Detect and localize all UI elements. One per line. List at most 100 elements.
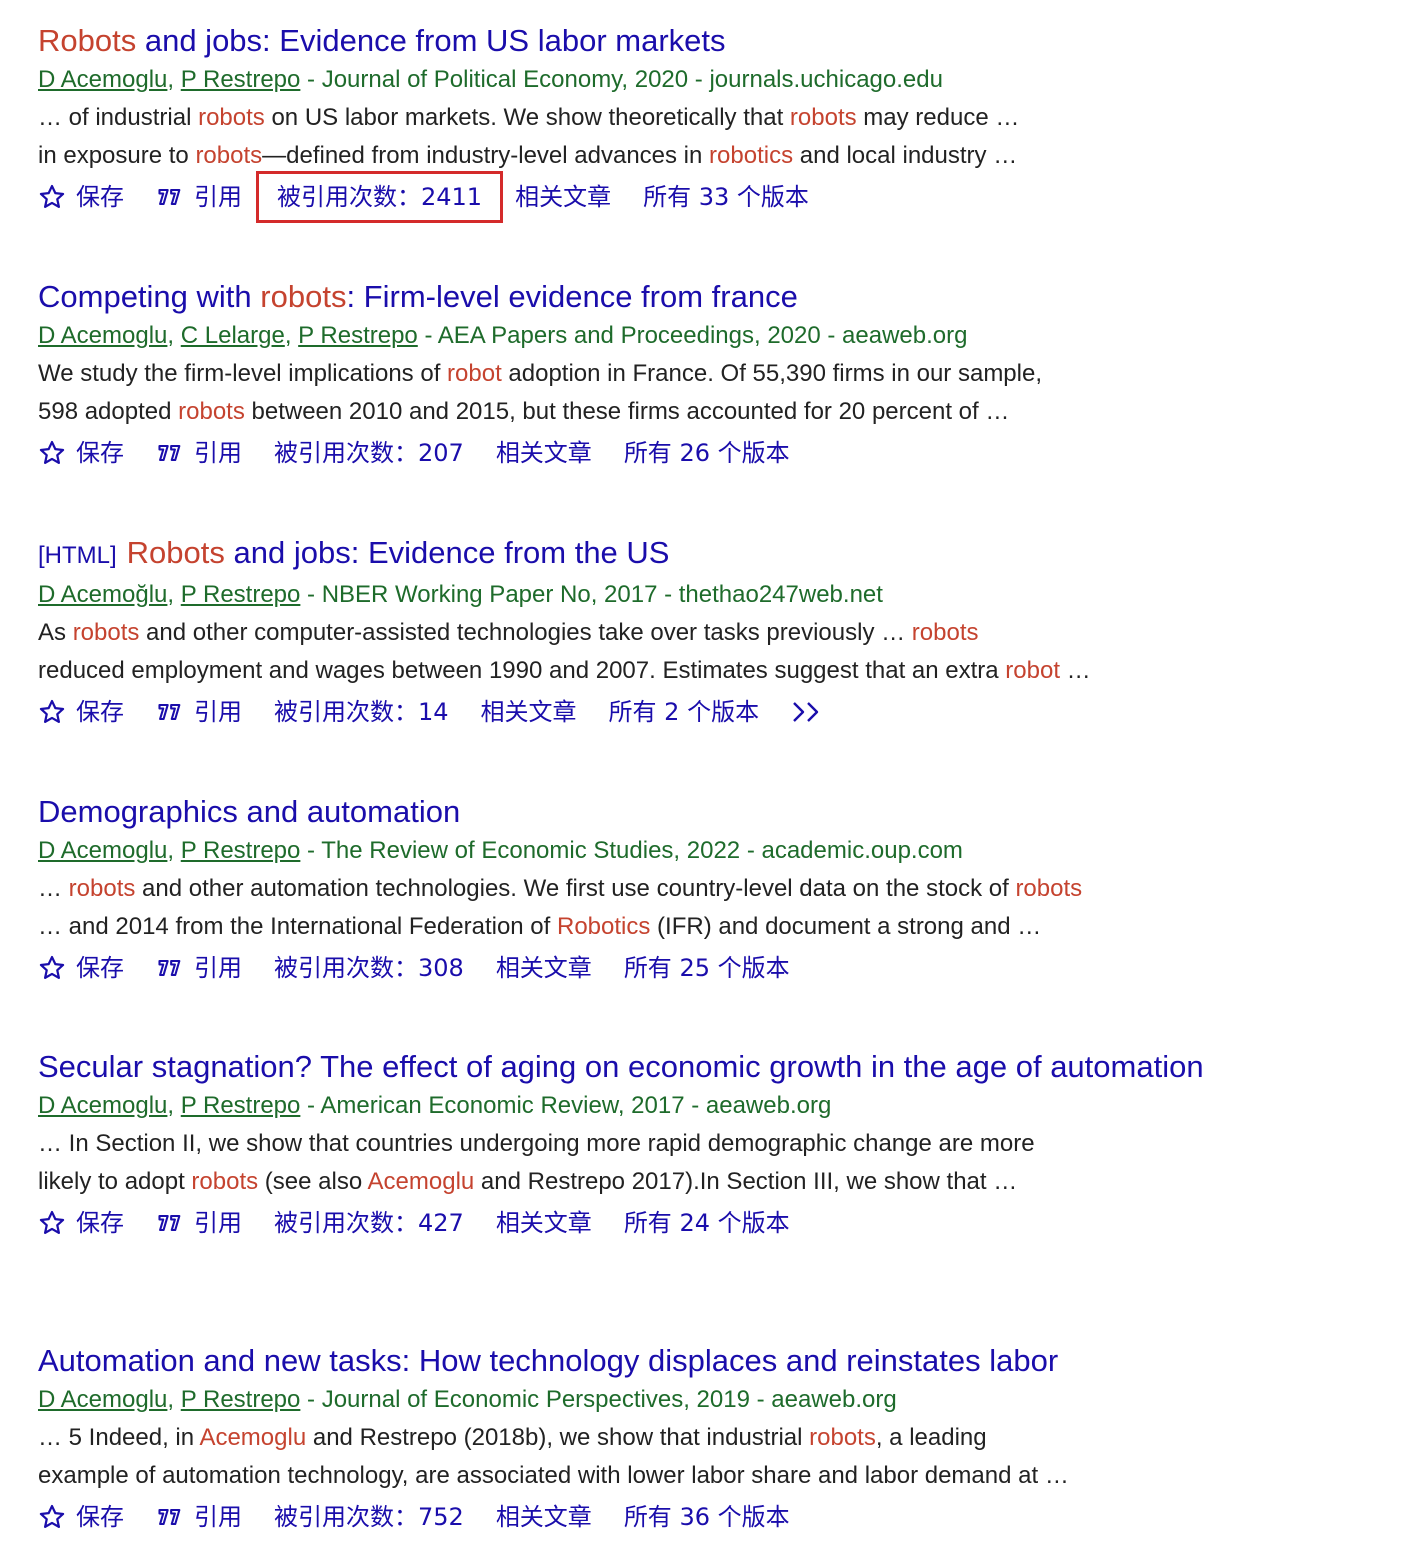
author-link[interactable]: P Restrepo: [298, 322, 418, 349]
format-tag[interactable]: [HTML]: [38, 542, 117, 569]
cited-by-link[interactable]: 被引用次数：2411: [256, 171, 504, 223]
all-versions-link[interactable]: 所有 26 个版本: [624, 436, 790, 470]
snippet-text: We study the firm-level implications of: [38, 360, 448, 387]
title-text: and jobs: Evidence from the US: [224, 535, 670, 570]
cite-button[interactable]: 引用: [156, 436, 242, 470]
double-chevron-icon[interactable]: [791, 699, 821, 725]
result-actions: 保存 引用 被引用次数：14 相关文章 所有 2 个版本: [38, 693, 1338, 731]
search-result: [HTML] Robots and jobs: Evidence from the…: [38, 534, 1338, 731]
all-versions-link[interactable]: 所有 2 个版本: [609, 695, 760, 729]
cite-label: 引用: [194, 1503, 242, 1531]
author-link[interactable]: D Acemoglu: [38, 1386, 167, 1413]
save-button[interactable]: 保存: [38, 1206, 124, 1240]
related-articles-link[interactable]: 相关文章: [496, 1206, 592, 1240]
result-meta: D Acemoglu, P Restrepo - Journal of Econ…: [38, 1384, 1338, 1416]
author-link[interactable]: D Acemoglu: [38, 1092, 167, 1119]
cited-by-link[interactable]: 被引用次数：752: [274, 1500, 464, 1534]
author-link[interactable]: D Acemoğlu: [38, 581, 167, 608]
author-link[interactable]: P Restrepo: [181, 1092, 301, 1119]
quote-icon: [156, 439, 194, 467]
quote-icon: [156, 698, 194, 726]
snippet-text: and other computer-assisted technologies…: [139, 619, 912, 646]
related-articles-link[interactable]: 相关文章: [481, 695, 577, 729]
snippet-keyword: robots: [178, 398, 245, 425]
result-snippet: … robots and other automation technologi…: [38, 870, 1338, 946]
result-title-link[interactable]: Automation and new tasks: How technology…: [38, 1342, 1338, 1380]
author-link[interactable]: C Lelarge: [181, 322, 285, 349]
snippet-line: likely to adopt robots (see also Acemogl…: [38, 1163, 1338, 1201]
cite-button[interactable]: 引用: [156, 1500, 242, 1534]
search-result: Secular stagnation? The effect of aging …: [38, 1048, 1338, 1242]
save-button[interactable]: 保存: [38, 951, 124, 985]
save-button[interactable]: 保存: [38, 1500, 124, 1534]
snippet-text: adoption in France. Of 55,390 firms in o…: [501, 360, 1043, 387]
cite-button[interactable]: 引用: [156, 951, 242, 985]
snippet-text: , a leading: [875, 1424, 987, 1451]
snippet-text: and local industry …: [793, 142, 1018, 169]
result-title-link[interactable]: Robots and jobs: Evidence from US labor …: [38, 22, 1338, 60]
quote-icon: [156, 954, 194, 982]
result-title-link[interactable]: [HTML] Robots and jobs: Evidence from the…: [38, 534, 1338, 575]
author-link[interactable]: P Restrepo: [181, 837, 301, 864]
author-link[interactable]: P Restrepo: [181, 1386, 301, 1413]
author-link[interactable]: P Restrepo: [181, 581, 301, 608]
snippet-line: … In Section II, we show that countries …: [38, 1125, 1338, 1163]
all-versions-link[interactable]: 所有 36 个版本: [624, 1500, 790, 1534]
result-snippet: … 5 Indeed, in Acemoglu and Restrepo (20…: [38, 1419, 1338, 1495]
related-articles-link[interactable]: 相关文章: [496, 436, 592, 470]
snippet-line: 598 adopted robots between 2010 and 2015…: [38, 393, 1338, 431]
snippet-text: in exposure to: [38, 142, 196, 169]
all-versions-link[interactable]: 所有 24 个版本: [624, 1206, 790, 1240]
save-label: 保存: [76, 698, 124, 726]
related-articles-link[interactable]: 相关文章: [496, 951, 592, 985]
cite-button[interactable]: 引用: [156, 1206, 242, 1240]
snippet-keyword: robots: [198, 104, 265, 131]
related-articles-link[interactable]: 相关文章: [515, 180, 611, 214]
cited-by-link[interactable]: 被引用次数：427: [274, 1206, 464, 1240]
cited-by-link[interactable]: 被引用次数：207: [274, 436, 464, 470]
author-link[interactable]: P Restrepo: [181, 66, 301, 93]
snippet-keyword: robot: [447, 360, 502, 387]
snippet-line: example of automation technology, are as…: [38, 1457, 1338, 1495]
author-link[interactable]: D Acemoglu: [38, 66, 167, 93]
result-snippet: We study the firm-level implications of …: [38, 355, 1338, 431]
snippet-keyword: robots: [789, 104, 857, 131]
snippet-text: example of automation technology, are as…: [38, 1462, 1069, 1489]
result-title-link[interactable]: Demographics and automation: [38, 793, 1338, 831]
search-result: Robots and jobs: Evidence from US labor …: [38, 22, 1338, 223]
snippet-text: and Restrepo 2017).In Section III, we sh…: [474, 1168, 1018, 1195]
cite-button[interactable]: 引用: [156, 180, 242, 214]
all-versions-link[interactable]: 所有 25 个版本: [624, 951, 790, 985]
cite-label: 引用: [194, 698, 242, 726]
result-actions: 保存 引用 被引用次数：2411 相关文章 所有 33 个版本: [38, 171, 1338, 223]
search-result: Demographics and automation D Acemoglu, P…: [38, 793, 1338, 987]
snippet-text: —defined from industry-level advances in: [262, 142, 710, 169]
cite-button[interactable]: 引用: [156, 695, 242, 729]
snippet-text: and other automation technologies. We fi…: [135, 875, 1016, 902]
save-label: 保存: [76, 954, 124, 982]
snippet-keyword: robot: [1005, 657, 1060, 684]
snippet-text: (IFR) and document a strong and …: [650, 913, 1042, 940]
save-button[interactable]: 保存: [38, 436, 124, 470]
snippet-text: (see also: [258, 1168, 368, 1195]
save-button[interactable]: 保存: [38, 695, 124, 729]
result-meta: D Acemoğlu, P Restrepo - NBER Working Pa…: [38, 579, 1338, 611]
author-link[interactable]: D Acemoglu: [38, 837, 167, 864]
cited-by-link[interactable]: 被引用次数：308: [274, 951, 464, 985]
cite-label: 引用: [194, 439, 242, 467]
snippet-line: in exposure to robots—defined from indus…: [38, 137, 1338, 175]
snippet-text: reduced employment and wages between 199…: [38, 657, 1006, 684]
title-keyword: Robots: [38, 23, 137, 58]
author-link[interactable]: D Acemoglu: [38, 322, 167, 349]
cite-label: 引用: [194, 1209, 242, 1237]
cited-by-link[interactable]: 被引用次数：14: [274, 695, 449, 729]
all-versions-link[interactable]: 所有 33 个版本: [643, 180, 809, 214]
result-title-link[interactable]: Secular stagnation? The effect of aging …: [38, 1048, 1338, 1086]
star-outline-icon: [38, 698, 76, 726]
result-snippet: As robots and other computer-assisted te…: [38, 614, 1338, 690]
snippet-text: may reduce …: [856, 104, 1020, 131]
related-articles-link[interactable]: 相关文章: [496, 1500, 592, 1534]
result-title-link[interactable]: Competing with robots: Firm-level eviden…: [38, 278, 1338, 316]
save-button[interactable]: 保存: [38, 180, 124, 214]
title-keyword: Robots: [126, 535, 225, 570]
